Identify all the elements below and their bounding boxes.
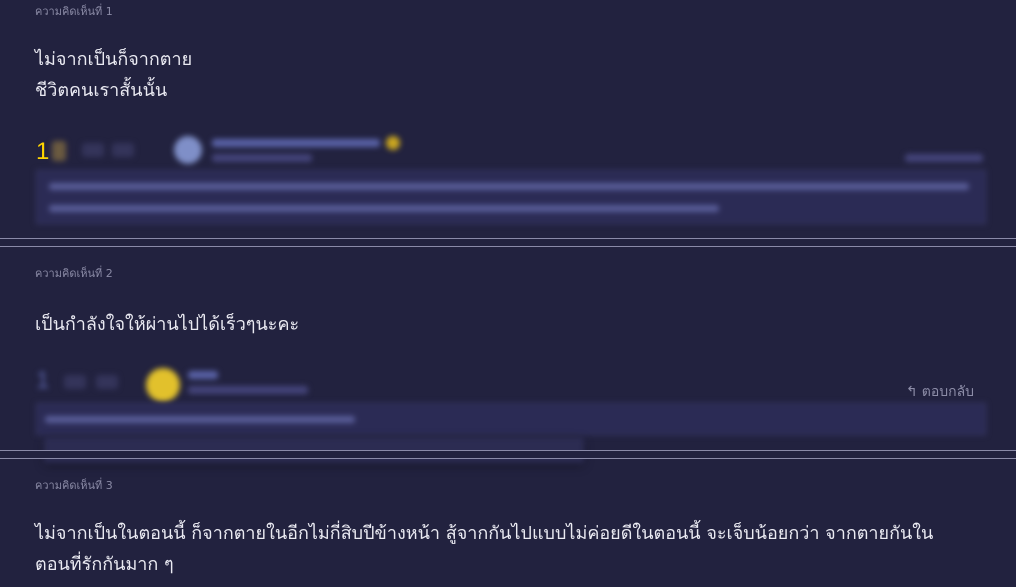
comment-body: ไม่จากเป็นก็จากตาย ชีวิตคนเราสั้นนั้น <box>35 44 985 106</box>
comment-body: เป็นกำลังใจให้ผ่านไปได้เร็วๆนะคะ <box>35 309 985 340</box>
divider <box>0 238 1016 247</box>
comments-page: ความคิดเห็นที่ 1 ไม่จากเป็นก็จากตาย ชีวิ… <box>0 0 1016 587</box>
minus-icon[interactable] <box>112 143 134 157</box>
timestamp <box>212 154 312 162</box>
badge-icon <box>386 136 400 150</box>
quote-box <box>36 170 986 224</box>
reply-label: ตอบกลับ <box>921 384 975 400</box>
comment-number-label: ความคิดเห็นที่ 1 <box>35 5 113 18</box>
quote-box <box>36 403 986 435</box>
comment-line: ไม่จากเป็นก็จากตาย <box>35 49 193 70</box>
emotion-icon[interactable] <box>52 141 66 161</box>
reply-link[interactable] <box>905 154 983 162</box>
reply-link[interactable]: ↰ ตอบกลับ <box>906 381 974 403</box>
comment-2: ความคิดเห็นที่ 2 เป็นกำลังใจให้ผ่านไปได้… <box>0 247 1016 463</box>
divider <box>0 450 1016 459</box>
timestamp <box>188 386 308 394</box>
avatar[interactable] <box>174 136 202 164</box>
comment-line: ชีวิตคนเราสั้นนั้น <box>35 80 168 101</box>
minus-icon[interactable] <box>96 375 118 389</box>
comment-line: ตอนที่รักกันมาก ๆ <box>35 554 174 575</box>
vote-count: 1 <box>36 367 50 394</box>
comment-1: ความคิดเห็นที่ 1 ไม่จากเป็นก็จากตาย ชีวิ… <box>0 0 1016 238</box>
reply-arrow-icon: ↰ <box>906 384 918 400</box>
vote-count: 1 <box>36 138 50 165</box>
comment-body: ไม่จากเป็นในตอนนี้ ก็จากตายในอีกไม่กี่สิ… <box>35 518 985 580</box>
plus-icon[interactable] <box>82 143 104 157</box>
plus-icon[interactable] <box>64 375 86 389</box>
comment-number-label: ความคิดเห็นที่ 3 <box>35 479 113 492</box>
username[interactable] <box>188 371 218 379</box>
comment-line: ไม่จากเป็นในตอนนี้ ก็จากตายในอีกไม่กี่สิ… <box>35 523 934 544</box>
comment-line: เป็นกำลังใจให้ผ่านไปได้เร็วๆนะคะ <box>35 314 300 335</box>
username[interactable] <box>212 139 380 147</box>
comment-3: ความคิดเห็นที่ 3 ไม่จากเป็นในตอนนี้ ก็จา… <box>0 459 1016 587</box>
comment-number-label: ความคิดเห็นที่ 2 <box>35 267 113 280</box>
avatar[interactable] <box>146 368 180 402</box>
